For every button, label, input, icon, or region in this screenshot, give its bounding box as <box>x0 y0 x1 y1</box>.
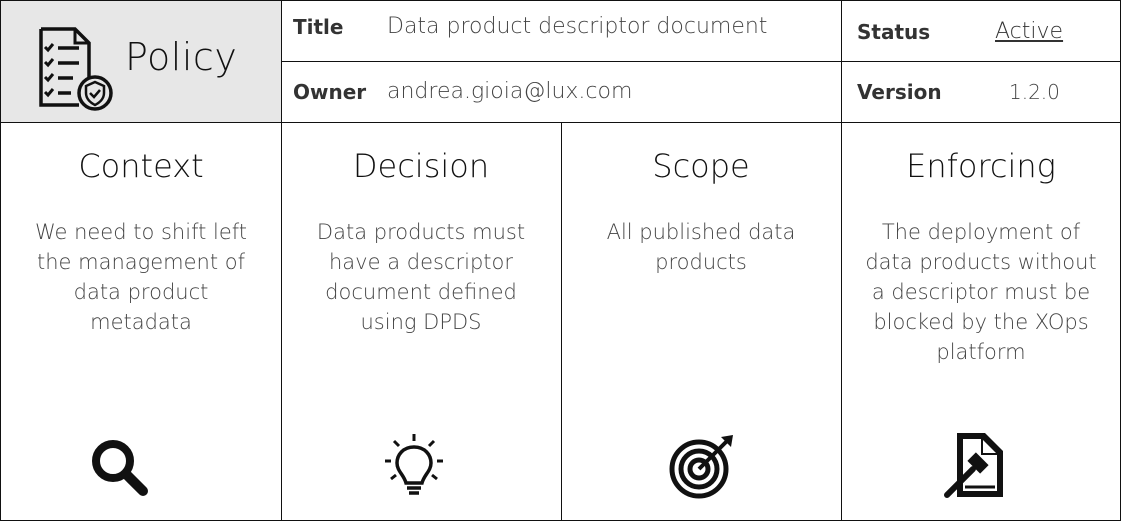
title-label: Title <box>293 15 344 39</box>
divider <box>281 61 1120 62</box>
status-value[interactable]: Active <box>995 19 1063 44</box>
context-heading: Context <box>78 147 204 185</box>
gavel-document-icon <box>944 433 1003 498</box>
policy-document-shield-icon <box>39 27 113 111</box>
owner-label: Owner <box>293 80 367 104</box>
divider <box>841 1 842 520</box>
context-body: We need to shift left the management of … <box>34 220 248 334</box>
divider <box>281 1 282 520</box>
divider <box>1 122 1120 123</box>
policy-heading: Policy <box>125 35 238 79</box>
policy-header-block: Policy <box>1 1 281 122</box>
status-label: Status <box>857 20 931 44</box>
magnifier-icon <box>92 440 148 496</box>
decision-body: Data products must have a descriptor doc… <box>316 220 526 334</box>
target-icon <box>669 435 733 499</box>
version-value: 1.2.0 <box>1009 80 1060 104</box>
version-label: Version <box>857 80 942 104</box>
enforcing-body: The deployment of data products without … <box>865 220 1097 364</box>
policy-card: Policy Title Data product descriptor doc… <box>0 0 1121 521</box>
lightbulb-icon <box>385 434 443 495</box>
title-value: Data product descriptor document <box>387 14 768 39</box>
decision-heading: Decision <box>352 147 490 185</box>
scope-body: All published data products <box>606 220 796 274</box>
enforcing-heading: Enforcing <box>906 147 1056 185</box>
owner-value: andrea.gioia@lux.com <box>387 79 633 104</box>
scope-heading: Scope <box>652 147 750 185</box>
